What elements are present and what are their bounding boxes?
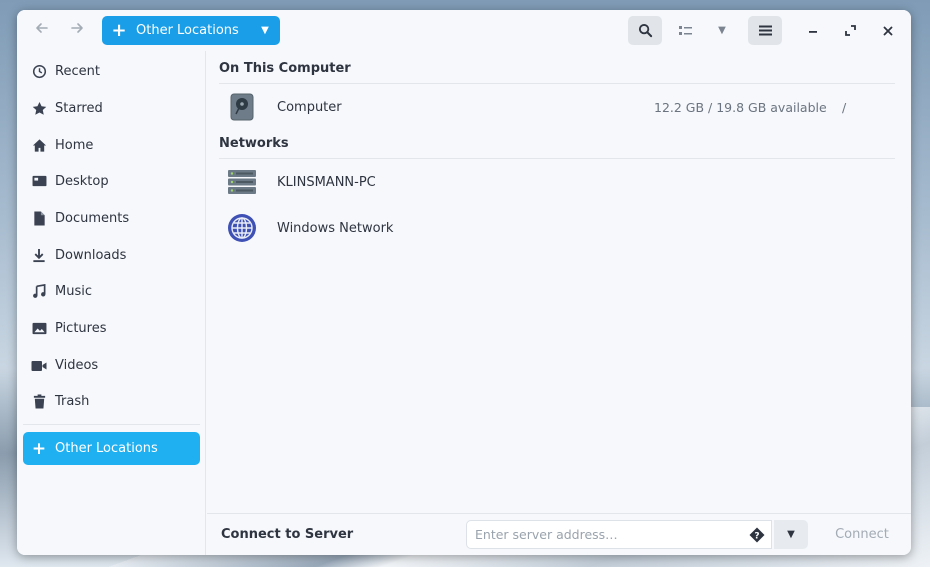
sidebar-item-label: Pictures	[55, 321, 107, 336]
help-icon[interactable]: ?	[749, 527, 765, 543]
forward-button[interactable]	[64, 18, 90, 44]
plus-icon: +	[31, 438, 47, 459]
maximize-button[interactable]	[837, 16, 863, 45]
close-button[interactable]	[875, 16, 901, 45]
music-icon	[23, 284, 55, 299]
maximize-icon	[844, 25, 856, 36]
section-title-networks: Networks	[219, 136, 289, 151]
video-icon	[23, 360, 55, 372]
location-row-windows-network[interactable]: Windows Network	[219, 205, 895, 251]
star-icon	[23, 101, 55, 116]
sidebar-item-pictures[interactable]: Pictures	[23, 312, 200, 345]
document-icon	[23, 211, 55, 226]
sidebar-separator	[23, 424, 200, 425]
close-icon	[883, 26, 893, 35]
sidebar-item-label: Home	[55, 138, 94, 153]
sidebar-item-label: Desktop	[55, 174, 109, 189]
back-button[interactable]	[29, 18, 55, 44]
view-toggle-button[interactable]	[671, 16, 701, 45]
recent-servers-dropdown[interactable]: ▼	[774, 520, 808, 549]
chevron-down-icon: ▼	[718, 25, 726, 36]
chevron-down-icon[interactable]: ▼	[250, 25, 280, 36]
globe-icon	[219, 213, 265, 243]
sidebar-item-other-locations[interactable]: + Other Locations	[23, 432, 200, 465]
list-view-icon	[679, 25, 692, 35]
disk-space-info: 12.2 GB / 19.8 GB available	[654, 99, 827, 115]
desktop-icon	[23, 175, 55, 188]
server-icon	[219, 169, 265, 195]
sidebar-item-label: Documents	[55, 211, 130, 226]
main-content: On This Computer Computer 12.2 GB / 19.8…	[207, 51, 911, 514]
sidebar-item-desktop[interactable]: Desktop	[23, 165, 200, 198]
sidebar-item-recent[interactable]: Recent	[23, 55, 200, 88]
download-icon	[23, 248, 55, 263]
location-label: Other Locations	[136, 23, 239, 38]
header-bar: + Other Locations ▼ ▼	[17, 10, 911, 51]
location-path-button[interactable]: + Other Locations ▼	[102, 16, 280, 45]
minimize-icon	[809, 30, 817, 33]
sidebar-item-label: Other Locations	[55, 441, 158, 456]
sidebar-item-label: Trash	[55, 394, 90, 409]
back-arrow-icon	[36, 23, 48, 33]
connect-to-server-label: Connect to Server	[221, 527, 354, 542]
view-options-button[interactable]: ▼	[707, 16, 737, 45]
sidebar-item-label: Recent	[55, 64, 100, 79]
section-title-on-this-computer: On This Computer	[219, 61, 351, 76]
hamburger-menu-icon	[758, 25, 772, 36]
location-row-computer[interactable]: Computer 12.2 GB / 19.8 GB available /	[219, 84, 895, 130]
sidebar-item-starred[interactable]: Starred	[23, 92, 200, 125]
connect-to-server-bar: Connect to Server ? ▼ Connect	[207, 513, 911, 555]
location-name: Computer	[277, 99, 342, 115]
sidebar-item-label: Videos	[55, 358, 99, 373]
forward-arrow-icon	[71, 23, 83, 33]
sidebar-item-home[interactable]: Home	[23, 129, 200, 162]
minimize-button[interactable]	[800, 16, 826, 45]
location-name: Windows Network	[277, 220, 394, 236]
file-manager-window: + Other Locations ▼ ▼ Recent Starred Hom…	[17, 10, 911, 555]
sidebar-item-videos[interactable]: Videos	[23, 349, 200, 382]
chevron-down-icon: ▼	[787, 529, 795, 540]
search-icon	[638, 23, 652, 38]
search-button[interactable]	[628, 16, 662, 45]
location-row-klinsmann-pc[interactable]: KLINSMANN-PC	[219, 159, 895, 205]
sidebar-item-label: Starred	[55, 101, 103, 116]
home-icon	[23, 138, 55, 153]
sidebar: Recent Starred Home Desktop Documents Do…	[17, 51, 206, 555]
plus-icon: +	[111, 20, 127, 41]
trash-icon	[23, 394, 55, 409]
server-address-input[interactable]	[466, 520, 772, 549]
location-name: KLINSMANN-PC	[277, 174, 376, 190]
sidebar-item-trash[interactable]: Trash	[23, 385, 200, 418]
sidebar-item-music[interactable]: Music	[23, 275, 200, 308]
sidebar-item-downloads[interactable]: Downloads	[23, 239, 200, 272]
connect-button[interactable]: Connect	[819, 520, 905, 549]
sidebar-item-label: Music	[55, 284, 92, 299]
sidebar-item-label: Downloads	[55, 248, 127, 263]
mount-path: /	[842, 99, 847, 115]
svg-text:?: ?	[754, 532, 759, 542]
main-menu-button[interactable]	[748, 16, 782, 45]
picture-icon	[23, 322, 55, 335]
drive-icon	[219, 93, 265, 121]
clock-icon	[23, 64, 55, 79]
sidebar-item-documents[interactable]: Documents	[23, 202, 200, 235]
